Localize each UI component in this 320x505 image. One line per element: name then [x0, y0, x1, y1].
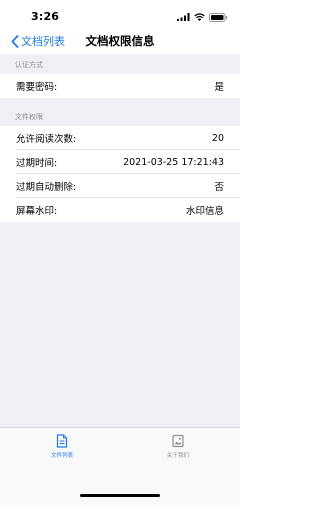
row-watermark: 屏幕水印: 水印信息 — [0, 198, 240, 222]
row-password-required: 需要密码: 是 — [0, 74, 240, 98]
tab-label: 关于我们 — [166, 453, 189, 459]
row-label: 过期时间: — [16, 158, 58, 169]
row-auto-delete: 过期自动删除: 否 — [0, 174, 240, 198]
row-read-count: 允许阅读次数: 20 — [0, 126, 240, 150]
row-label: 屏幕水印: — [16, 206, 58, 217]
permission-list: 认证方式 需要密码: 是 文件权限 允许阅读次数: 20 过期时间: 2021-… — [0, 54, 240, 427]
row-value: 2021-03-25 17:21:43 — [123, 156, 224, 168]
row-value: 否 — [214, 182, 224, 193]
tab-file-list[interactable]: 文件列表 — [22, 434, 102, 459]
row-value: 是 — [214, 82, 224, 93]
tab-about-us[interactable]: 关于我们 — [138, 434, 218, 459]
row-value: 20 — [211, 132, 224, 144]
home-indicator — [80, 494, 160, 497]
photo-icon — [172, 434, 184, 448]
page-title: 文档权限信息 — [85, 34, 155, 48]
row-label: 允许阅读次数: — [16, 134, 77, 145]
document-icon — [56, 434, 68, 448]
row-value: 水印信息 — [185, 206, 224, 217]
row-label: 需要密码: — [16, 82, 58, 93]
row-expiry-time: 过期时间: 2021-03-25 17:21:43 — [0, 150, 240, 174]
wifi-icon — [194, 13, 205, 21]
status-bar: 3:26 — [0, 0, 240, 28]
section-header-file-permissions: 文件权限 — [15, 113, 43, 121]
navigation-bar: 文档列表 文档权限信息 — [0, 28, 240, 54]
signal-icon — [177, 13, 190, 21]
battery-icon — [209, 12, 228, 22]
section-header-auth: 认证方式 — [15, 61, 43, 69]
tab-label: 文件列表 — [50, 453, 73, 459]
status-icons — [177, 12, 228, 22]
row-label: 过期自动删除: — [16, 182, 77, 193]
status-time: 3:26 — [31, 10, 60, 23]
